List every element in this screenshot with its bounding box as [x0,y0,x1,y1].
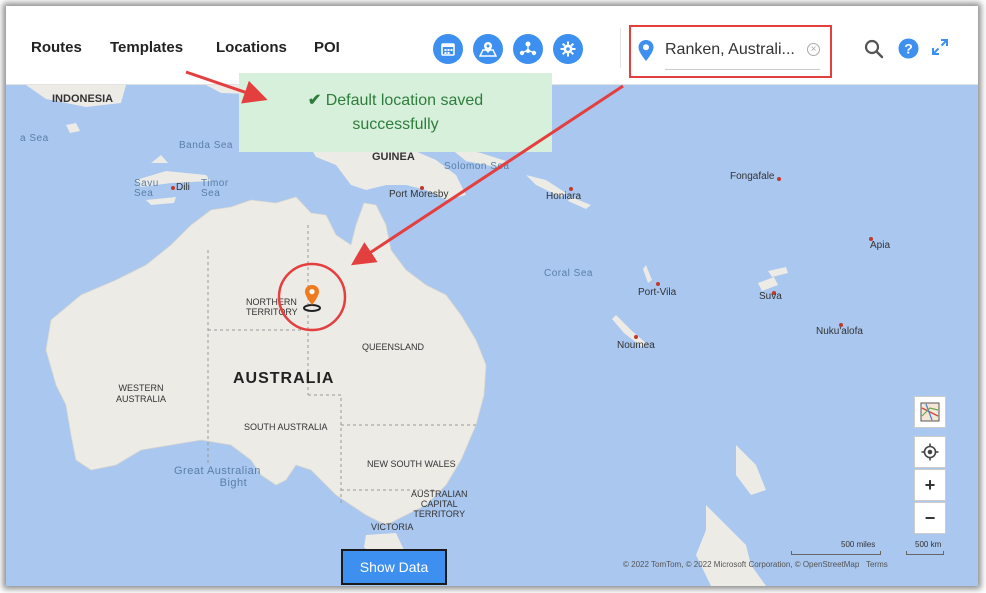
map-label-fongafale: Fongafale [730,171,775,182]
map-label-indonesia: INDONESIA [52,93,114,105]
map-label-queensland: QUEENSLAND [362,342,425,352]
terms-link[interactable]: Terms [866,560,888,569]
sea-label-coral: Coral Sea [544,268,593,279]
map-label-port-vila: Port-Vila [638,287,677,298]
search-underline [665,69,820,70]
expand-icon[interactable] [932,39,948,55]
map-attribution: © 2022 TomTom, © 2022 Microsoft Corporat… [623,560,888,569]
nav-routes[interactable]: Routes [31,39,82,56]
map-pin-button[interactable] [473,34,503,64]
search-icon[interactable] [864,39,884,59]
sea-label-bight-2: Bight [219,477,248,489]
map-label-apia: Apia [870,240,891,251]
map-style-icon [920,402,940,422]
map-label-act-line3: TERRITORY [413,509,466,519]
calendar-icon [441,43,455,56]
map-label-victoria: VICTORIA [371,522,414,532]
map-canvas[interactable]: INDONESIA GUINEA Dili Port Moresby Honia… [6,85,978,586]
svg-text:?: ? [904,41,913,57]
location-search-box[interactable]: Ranken, Australi... × [629,25,832,78]
map-label-western-australia: WESTERN AUSTRALIA [116,383,166,405]
map-label-act-line1: AUSTRALIAN [411,489,468,499]
users-network-icon [519,41,537,56]
nav-poi[interactable]: POI [314,39,340,56]
sea-label-timor: Timor Sea [201,179,229,199]
sea-label-bight-1: Great Australian [174,465,261,477]
map-label-act: AUSTRALIAN CAPITAL TERRITORY [411,489,468,519]
clear-search-icon[interactable]: × [807,43,820,56]
annotation-circle [277,262,347,332]
map-label-wa-line2: AUSTRALIA [116,394,167,404]
map-label-suva: Suva [759,291,782,302]
sea-label-a-sea: a Sea [20,133,49,144]
sea-label-savu-2: Sea [134,188,154,199]
map-label-new-south-wales: NEW SOUTH WALES [367,459,456,469]
help-icon[interactable]: ? [898,38,919,59]
scale-label-km: 500 km [915,540,942,549]
success-toast: ✔ Default location saved successfully [239,73,552,152]
map-label-wa-line1: WESTERN [118,383,164,393]
locate-me-button[interactable] [914,436,946,468]
zoom-out-button[interactable]: − [914,502,946,534]
location-pin-icon [638,40,654,61]
map-label-honiara: Honiara [546,191,582,202]
check-icon: ✔ [307,92,322,109]
scale-label-miles: 500 miles [841,540,876,549]
scale-bar-km [906,551,944,555]
sea-label-savu: Savu Sea [134,179,159,199]
attribution-text: © 2022 TomTom, © 2022 Microsoft Corporat… [623,560,860,569]
map-pin-icon [479,42,497,57]
users-network-button[interactable] [513,34,543,64]
map-label-noumea: Noumea [617,340,655,351]
map-label-port-moresby: Port Moresby [389,189,449,200]
crosshair-icon [921,443,939,461]
sea-label-solomon: Solomon Sea [444,161,510,172]
gear-icon [560,41,576,57]
map-label-guinea: GUINEA [372,151,415,163]
settings-button[interactable] [553,34,583,64]
nav-templates[interactable]: Templates [110,39,183,56]
show-data-button[interactable]: Show Data [341,549,447,585]
map-label-south-australia: SOUTH AUSTRALIA [244,422,328,432]
sea-label-banda: Banda Sea [179,140,233,151]
sea-label-timor-2: Sea [201,188,221,199]
map-label-act-line2: CAPITAL [420,499,458,509]
toolbar-divider [620,28,621,68]
location-search-input[interactable]: Ranken, Australi... [665,41,795,59]
app-window: Routes Templates Locations POI Ranken, A… [6,6,978,586]
sea-label-bight: Great Australian Bight [174,465,261,489]
map-label-dili: Dili [176,182,190,193]
scale-bar-miles [791,551,881,555]
toast-message-line2: successfully [352,116,439,133]
map-label-australia: AUSTRALIA [233,370,335,387]
toast-message-line1: Default location saved [325,92,484,109]
calendar-button[interactable] [433,34,463,64]
map-label-nukualofa: Nuku'alofa [816,326,863,337]
zoom-in-button[interactable]: + [914,469,946,501]
map-style-button[interactable] [914,396,946,428]
nav-locations[interactable]: Locations [216,39,287,56]
